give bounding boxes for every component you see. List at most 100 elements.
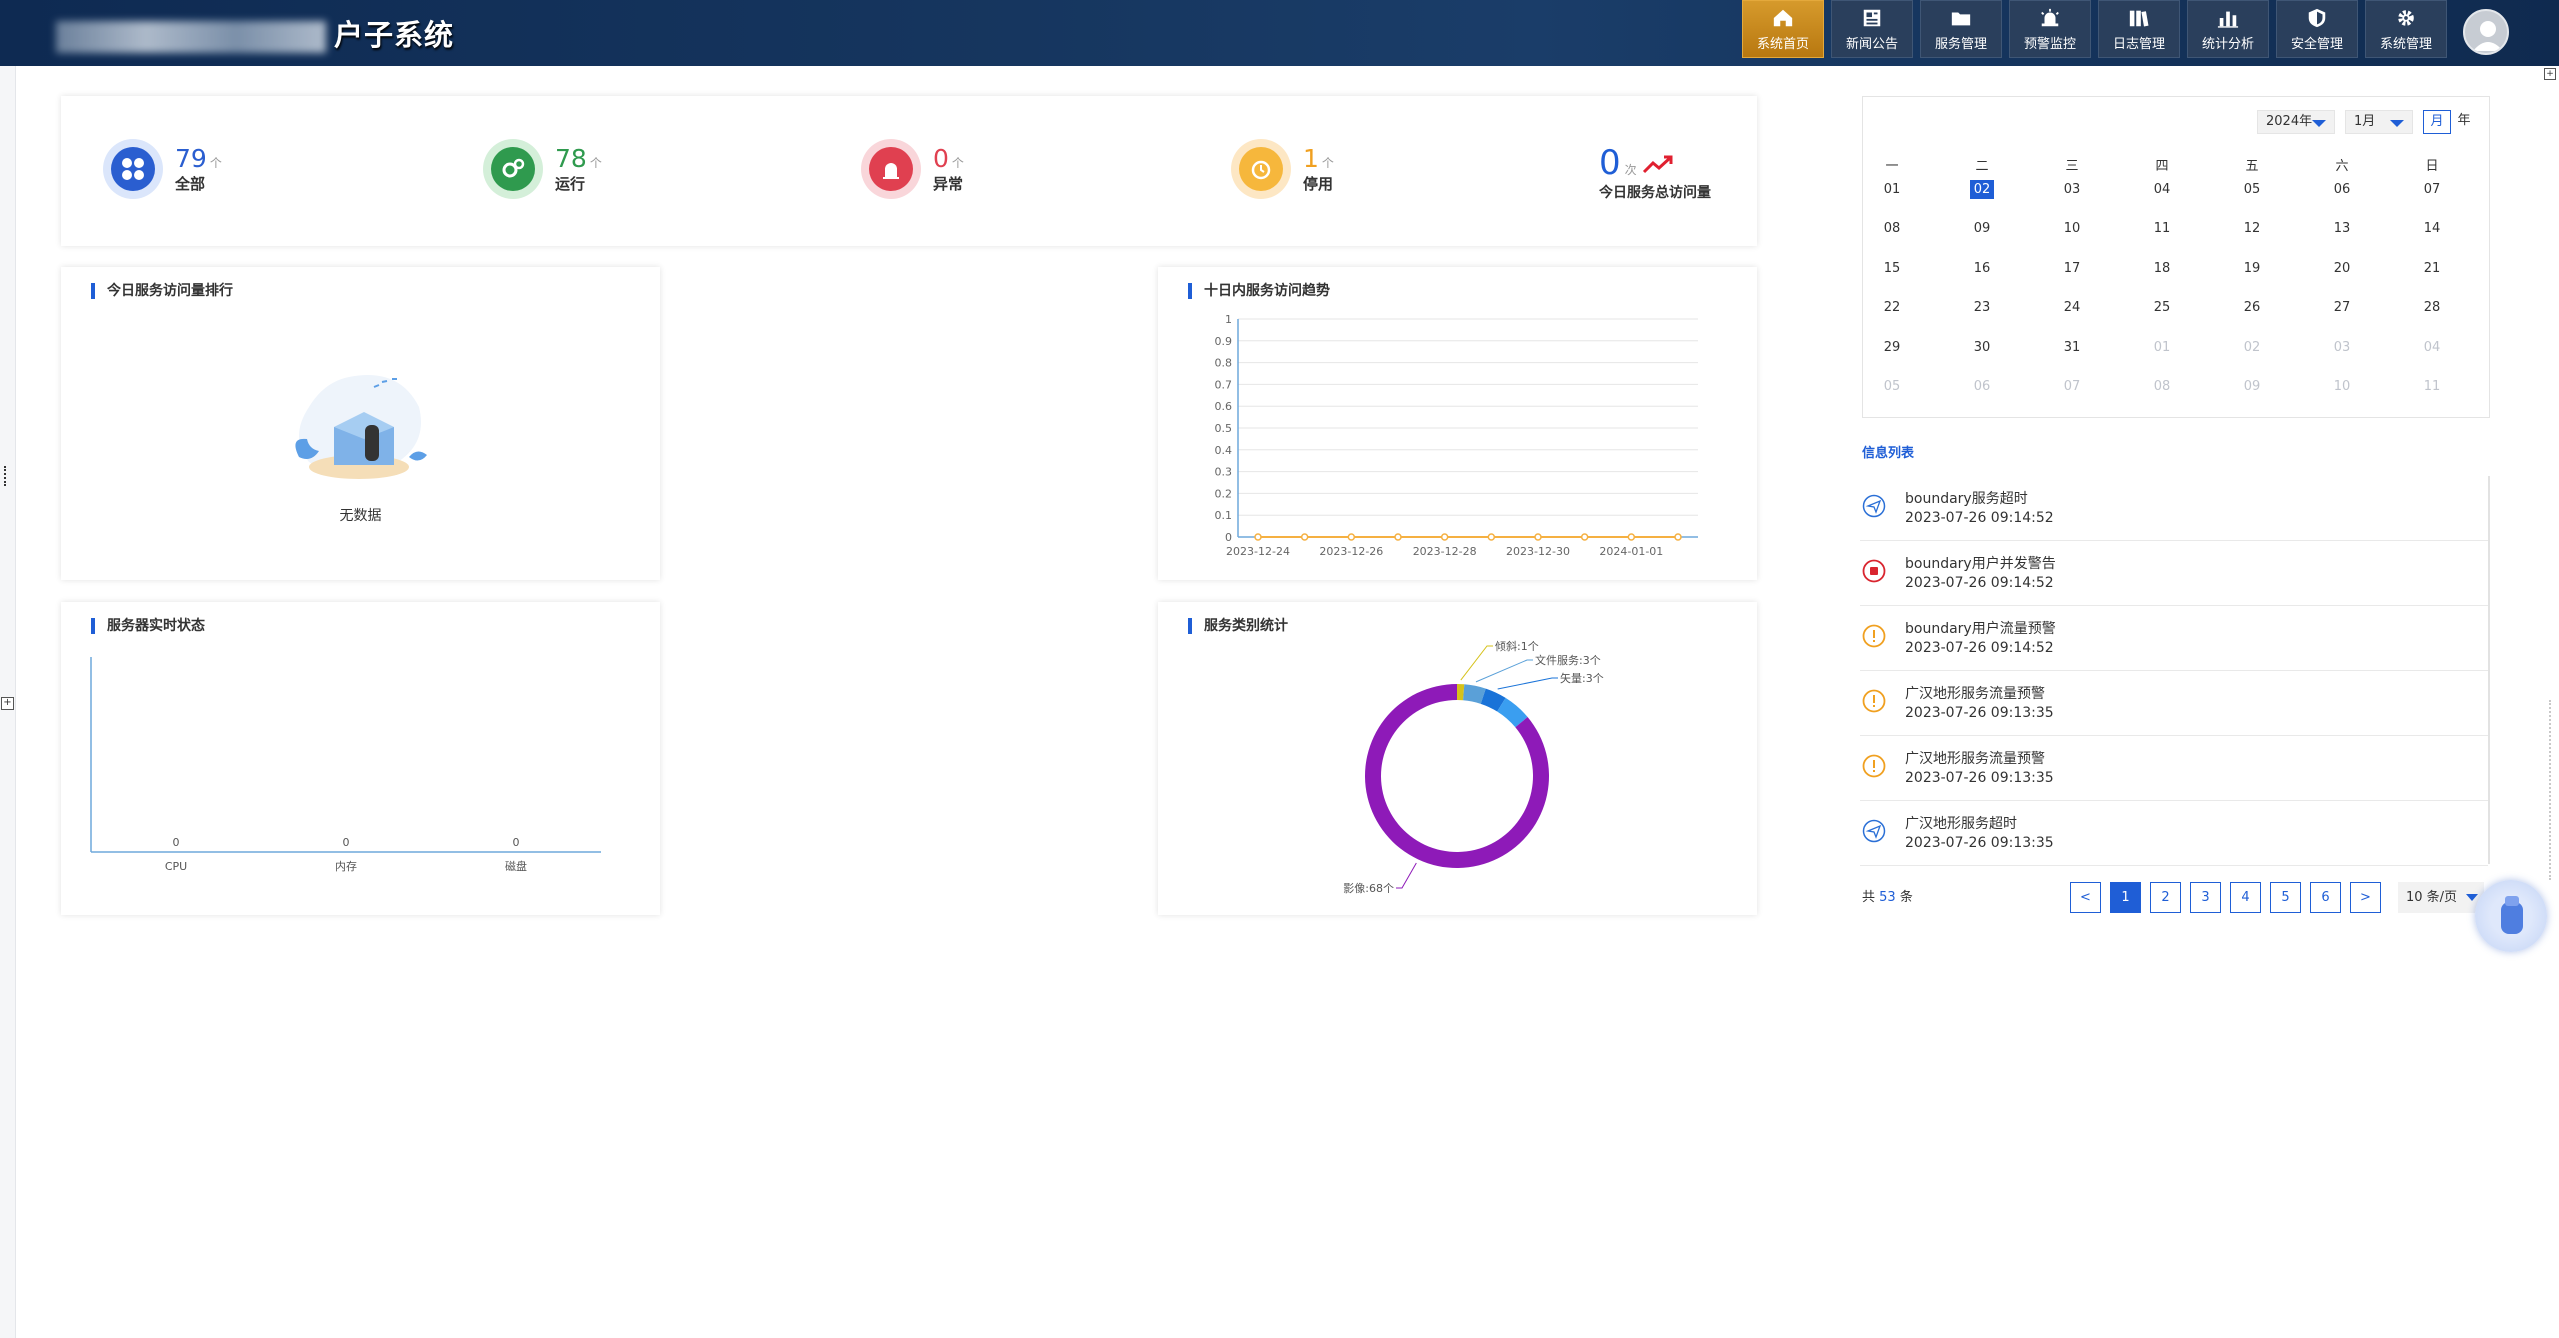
nav-item-gear[interactable]: 系统管理 xyxy=(2365,0,2447,58)
page-button[interactable]: 1 xyxy=(2110,882,2141,913)
calendar-day[interactable]: 10 xyxy=(2322,379,2362,394)
calendar-day[interactable]: 07 xyxy=(2052,379,2092,394)
stat-all-label: 全部 xyxy=(175,174,206,193)
calendar-day-number: 30 xyxy=(1973,340,1991,355)
right-edge-toggle[interactable]: + xyxy=(2544,68,2556,80)
calendar-day[interactable]: 06 xyxy=(2322,182,2362,197)
nav-item-bar-chart[interactable]: 统计分析 xyxy=(2187,0,2269,58)
total-count: 共 53 条 xyxy=(1862,886,1913,905)
calendar-day-number: 17 xyxy=(2063,261,2081,276)
nav-item-alarm-light[interactable]: 预警监控 xyxy=(2009,0,2091,58)
nav-item-news[interactable]: 新闻公告 xyxy=(1831,0,1913,58)
month-mode-button[interactable]: 月 xyxy=(2423,110,2451,134)
ranking-title: 今日服务访问量排行 xyxy=(91,283,233,299)
calendar-day-number: 18 xyxy=(2153,261,2171,276)
calendar-day[interactable]: 13 xyxy=(2322,221,2362,236)
calendar-day[interactable]: 02 xyxy=(1962,180,2002,199)
calendar-day[interactable]: 01 xyxy=(2142,340,2182,355)
calendar-day[interactable]: 22 xyxy=(1872,300,1912,315)
calendar-day[interactable]: 31 xyxy=(2052,340,2092,355)
bar-value-label: 0 xyxy=(343,836,350,849)
calendar-day-number: 03 xyxy=(2333,340,2351,355)
stat-abnormal[interactable]: 0个 异常 xyxy=(861,139,964,199)
page-size-select[interactable]: 10 条/页 xyxy=(2398,882,2484,913)
slice-leader-line xyxy=(1396,862,1417,889)
calendar-day[interactable]: 16 xyxy=(1962,261,2002,276)
calendar-day[interactable]: 05 xyxy=(1872,379,1912,394)
calendar-day[interactable]: 29 xyxy=(1872,340,1912,355)
list-item[interactable]: boundary服务超时 2023-07-26 09:14:52 xyxy=(1860,476,2488,541)
nav-item-shield[interactable]: 安全管理 xyxy=(2276,0,2358,58)
calendar-day[interactable]: 11 xyxy=(2142,221,2182,236)
calendar-day[interactable]: 14 xyxy=(2412,221,2452,236)
calendar-day[interactable]: 23 xyxy=(1962,300,2002,315)
y-tick-label: 0.8 xyxy=(1215,357,1233,370)
nav-item-label: 系统管理 xyxy=(2379,36,2432,52)
page-button[interactable]: 4 xyxy=(2230,882,2261,913)
calendar-day[interactable]: 10 xyxy=(2052,221,2092,236)
page-button[interactable]: 2 xyxy=(2150,882,2181,913)
calendar-day[interactable]: 05 xyxy=(2232,182,2272,197)
calendar-day[interactable]: 12 xyxy=(2232,221,2272,236)
page-button[interactable]: 5 xyxy=(2270,882,2301,913)
calendar-day[interactable]: 28 xyxy=(2412,300,2452,315)
nav-item-books[interactable]: 日志管理 xyxy=(2098,0,2180,58)
ranking-card: 今日服务访问量排行 无数据 xyxy=(61,267,660,580)
resize-handle[interactable] xyxy=(4,466,12,486)
calendar-day[interactable]: 08 xyxy=(1872,221,1912,236)
stat-visits[interactable]: 0次 今日服务总访问量 xyxy=(1599,146,1711,202)
floating-assistant-button[interactable] xyxy=(2475,880,2547,952)
calendar-day[interactable]: 09 xyxy=(1962,221,2002,236)
calendar-day[interactable]: 08 xyxy=(2142,379,2182,394)
prev-page-button[interactable]: < xyxy=(2070,882,2101,913)
avatar[interactable] xyxy=(2463,9,2509,55)
page-button[interactable]: 6 xyxy=(2310,882,2341,913)
nav-item-label: 系统首页 xyxy=(1756,36,1809,52)
year-mode-button[interactable]: 年 xyxy=(2450,110,2478,134)
calendar-day[interactable]: 24 xyxy=(2052,300,2092,315)
calendar-day-number: 06 xyxy=(2333,182,2351,197)
alarm-clock-icon xyxy=(1251,160,1271,180)
calendar-day[interactable]: 17 xyxy=(2052,261,2092,276)
message-text: 广汉地形服务流量预警 xyxy=(1905,686,2045,702)
stat-all[interactable]: 79 个 全部 xyxy=(103,139,222,199)
calendar-day[interactable]: 21 xyxy=(2412,261,2452,276)
calendar-day[interactable]: 03 xyxy=(2052,182,2092,197)
list-item[interactable]: boundary用户并发警告 2023-07-26 09:14:52 xyxy=(1860,541,2488,606)
expand-sidebar-button[interactable]: + xyxy=(1,697,14,710)
list-item[interactable]: 广汉地形服务流量预警 2023-07-26 09:13:35 xyxy=(1860,671,2488,736)
calendar-day[interactable]: 01 xyxy=(1872,182,1912,197)
nav-item-label: 预警监控 xyxy=(2023,36,2076,52)
list-item[interactable]: boundary用户流量预警 2023-07-26 09:14:52 xyxy=(1860,606,2488,671)
calendar-day[interactable]: 15 xyxy=(1872,261,1912,276)
calendar-day[interactable]: 26 xyxy=(2232,300,2272,315)
calendar-day[interactable]: 27 xyxy=(2322,300,2362,315)
calendar-day[interactable]: 11 xyxy=(2412,379,2452,394)
calendar-day[interactable]: 02 xyxy=(2232,340,2272,355)
month-select[interactable]: 1月 xyxy=(2345,110,2413,134)
calendar-day[interactable]: 25 xyxy=(2142,300,2182,315)
year-select[interactable]: 2024年 xyxy=(2257,110,2335,134)
nav-item-home[interactable]: 系统首页 xyxy=(1742,0,1824,58)
nav-item-folder[interactable]: 服务管理 xyxy=(1920,0,2002,58)
stat-disabled-label: 停用 xyxy=(1303,174,1334,193)
list-item[interactable]: 广汉地形服务流量预警 2023-07-26 09:13:35 xyxy=(1860,736,2488,801)
scrollbar-track[interactable] xyxy=(2549,700,2557,880)
calendar-day[interactable]: 20 xyxy=(2322,261,2362,276)
calendar-day[interactable]: 04 xyxy=(2412,340,2452,355)
list-item[interactable]: 广汉地形服务超时 2023-07-26 09:13:35 xyxy=(1860,801,2488,866)
bar-value-label: 0 xyxy=(173,836,180,849)
calendar-day[interactable]: 06 xyxy=(1962,379,2002,394)
calendar-day[interactable]: 07 xyxy=(2412,182,2452,197)
calendar-day[interactable]: 30 xyxy=(1962,340,2002,355)
next-page-button[interactable]: > xyxy=(2350,882,2381,913)
calendar-day[interactable]: 04 xyxy=(2142,182,2182,197)
calendar-day[interactable]: 19 xyxy=(2232,261,2272,276)
calendar-day[interactable]: 03 xyxy=(2322,340,2362,355)
stat-running[interactable]: 78 个 运行 xyxy=(483,139,602,199)
calendar-day[interactable]: 09 xyxy=(2232,379,2272,394)
page-button[interactable]: 3 xyxy=(2190,882,2221,913)
calendar-day[interactable]: 18 xyxy=(2142,261,2182,276)
stat-disabled[interactable]: 1个 停用 xyxy=(1231,139,1334,199)
alarm-light-icon xyxy=(2041,8,2059,26)
